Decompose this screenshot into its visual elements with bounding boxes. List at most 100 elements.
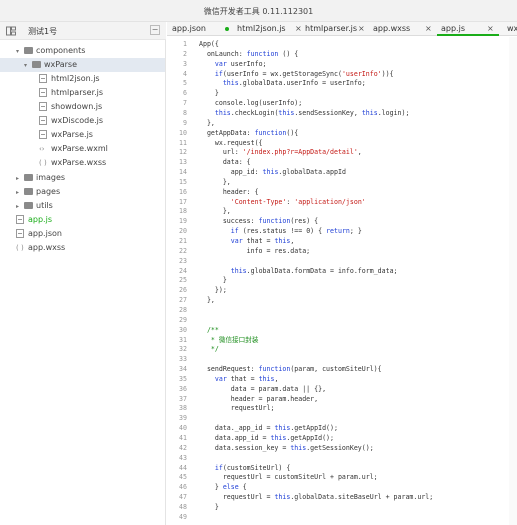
code-text[interactable]: header = param.header, bbox=[199, 394, 318, 404]
close-icon[interactable]: × bbox=[425, 22, 432, 35]
tab-app-json[interactable]: app.json bbox=[172, 22, 206, 36]
code-line[interactable]: 15 }, bbox=[167, 177, 517, 187]
code-line[interactable]: 31 * 微信接口封装 bbox=[167, 335, 517, 345]
code-text[interactable]: data._app_id = this.getAppId(); bbox=[199, 423, 338, 433]
tab-htmlparser[interactable]: htmlparser.js × bbox=[305, 22, 368, 36]
tree-file-wxdiscode[interactable]: wxDiscode.js bbox=[39, 114, 103, 128]
code-text[interactable]: if(customSiteUrl) { bbox=[199, 463, 290, 473]
code-line[interactable]: 39 bbox=[167, 413, 517, 423]
code-line[interactable]: 17 'Content-Type': 'application/json' bbox=[167, 197, 517, 207]
chevron-right-icon[interactable]: ▸ bbox=[16, 186, 24, 200]
tab-overflow[interactable]: wx bbox=[507, 22, 517, 36]
code-line[interactable]: 16 header: { bbox=[167, 187, 517, 197]
code-line[interactable]: 6 } bbox=[167, 88, 517, 98]
code-line[interactable]: 11 wx.request({ bbox=[167, 138, 517, 148]
code-text[interactable]: } else { bbox=[199, 482, 247, 492]
close-icon[interactable]: × bbox=[487, 22, 494, 35]
code-text[interactable]: }, bbox=[199, 206, 231, 216]
code-text[interactable]: if (res.status !== 0) { return; } bbox=[199, 226, 362, 236]
code-line[interactable]: 8 this.checkLogin(this.sendSessionKey, t… bbox=[167, 108, 517, 118]
code-line[interactable]: 18 }, bbox=[167, 206, 517, 216]
code-text[interactable]: }, bbox=[199, 118, 215, 128]
code-line[interactable]: 21 var that = this, bbox=[167, 236, 517, 246]
editor-scrollbar[interactable] bbox=[509, 37, 517, 525]
code-line[interactable]: 40 data._app_id = this.getAppId(); bbox=[167, 423, 517, 433]
code-text[interactable]: data.session_key = this.getSessionKey(); bbox=[199, 443, 374, 453]
code-text[interactable]: }, bbox=[199, 177, 231, 187]
code-line[interactable]: 14 app_id: this.globalData.appId bbox=[167, 167, 517, 177]
tree-file-wxparse-js[interactable]: wxParse.js bbox=[39, 128, 93, 142]
code-line[interactable]: 19 success: function(res) { bbox=[167, 216, 517, 226]
chevron-down-icon[interactable]: ▾ bbox=[16, 45, 24, 59]
code-line[interactable]: 27 }, bbox=[167, 295, 517, 305]
tab-html2json[interactable]: html2json.js × bbox=[225, 22, 305, 36]
chevron-right-icon[interactable]: ▸ bbox=[16, 172, 24, 186]
code-line[interactable]: 41 data.app_id = this.getAppId(); bbox=[167, 433, 517, 443]
code-line[interactable]: 30 /** bbox=[167, 325, 517, 335]
code-line[interactable]: 42 data.session_key = this.getSessionKey… bbox=[167, 443, 517, 453]
code-text[interactable]: url: '/index.php?r=AppData/detail', bbox=[199, 147, 362, 157]
code-line[interactable]: 10 getAppData: function(){ bbox=[167, 128, 517, 138]
code-line[interactable]: 36 data = param.data || {}, bbox=[167, 384, 517, 394]
tree-file-app-json[interactable]: app.json bbox=[16, 227, 62, 241]
tab-app-js[interactable]: app.js × bbox=[437, 22, 499, 36]
code-line[interactable]: 49 bbox=[167, 512, 517, 522]
code-line[interactable]: 9 }, bbox=[167, 118, 517, 128]
code-text[interactable]: success: function(res) { bbox=[199, 216, 318, 226]
code-editor[interactable]: 1 App({2 onLaunch: function () {3 var use… bbox=[167, 37, 517, 525]
code-text[interactable]: sendRequest: function(param, customSiteU… bbox=[199, 364, 382, 374]
code-text[interactable]: onLaunch: function () { bbox=[199, 49, 298, 59]
code-line[interactable]: 1 App({ bbox=[167, 39, 517, 49]
code-line[interactable]: 13 data: { bbox=[167, 157, 517, 167]
code-text[interactable]: */ bbox=[199, 344, 219, 354]
code-line[interactable]: 4 if(userInfo = wx.getStorageSync('userI… bbox=[167, 69, 517, 79]
tree-folder-components[interactable]: ▾ components bbox=[16, 44, 85, 58]
code-text[interactable]: app_id: this.globalData.appId bbox=[199, 167, 346, 177]
code-text[interactable]: /** bbox=[199, 325, 219, 335]
code-line[interactable]: 33 bbox=[167, 354, 517, 364]
code-line[interactable]: 32 */ bbox=[167, 344, 517, 354]
close-icon[interactable]: × bbox=[295, 22, 302, 35]
tree-file-app-js[interactable]: app.js bbox=[16, 213, 52, 227]
chevron-down-icon[interactable]: ▾ bbox=[24, 59, 32, 73]
code-line[interactable]: 34 sendRequest: function(param, customSi… bbox=[167, 364, 517, 374]
code-line[interactable]: 46 } else { bbox=[167, 482, 517, 492]
code-text[interactable]: * 微信接口封装 bbox=[199, 335, 259, 345]
code-text[interactable]: var that = this, bbox=[199, 374, 279, 384]
code-line[interactable]: 3 var userInfo; bbox=[167, 59, 517, 69]
code-line[interactable]: 37 header = param.header, bbox=[167, 394, 517, 404]
code-text[interactable]: header: { bbox=[199, 187, 259, 197]
code-text[interactable]: data = param.data || {}, bbox=[199, 384, 326, 394]
code-line[interactable]: 25 } bbox=[167, 275, 517, 285]
code-line[interactable]: 29 bbox=[167, 315, 517, 325]
tree-file-wxparse-wxml[interactable]: ‹› wxParse.wxml bbox=[39, 142, 108, 156]
tree-file-wxparse-wxss[interactable]: ( ) wxParse.wxss bbox=[39, 156, 106, 170]
code-text[interactable]: console.log(userInfo); bbox=[199, 98, 302, 108]
code-line[interactable]: 7 console.log(userInfo); bbox=[167, 98, 517, 108]
tree-file-showdown[interactable]: showdown.js bbox=[39, 100, 102, 114]
tree-folder-images[interactable]: ▸ images bbox=[16, 171, 65, 185]
tree-folder-utils[interactable]: ▸ utils bbox=[16, 199, 53, 213]
code-text[interactable]: data: { bbox=[199, 157, 251, 167]
chevron-right-icon[interactable]: ▸ bbox=[16, 200, 24, 214]
code-line[interactable]: 47 requestUrl = this.globalData.siteBase… bbox=[167, 492, 517, 502]
code-line[interactable]: 5 this.globalData.userInfo = userInfo; bbox=[167, 78, 517, 88]
code-text[interactable]: info = res.data; bbox=[199, 246, 311, 256]
code-line[interactable]: 48 } bbox=[167, 502, 517, 512]
code-text[interactable]: }, bbox=[199, 295, 215, 305]
code-text[interactable]: requestUrl; bbox=[199, 403, 275, 413]
project-header[interactable]: 测试1号 − bbox=[0, 22, 166, 40]
code-line[interactable]: 2 onLaunch: function () { bbox=[167, 49, 517, 59]
code-text[interactable]: var that = this, bbox=[199, 236, 295, 246]
code-text[interactable]: if(userInfo = wx.getStorageSync('userInf… bbox=[199, 69, 394, 79]
code-line[interactable]: 23 bbox=[167, 256, 517, 266]
code-text[interactable]: } bbox=[199, 88, 219, 98]
code-text[interactable]: this.checkLogin(this.sendSessionKey, thi… bbox=[199, 108, 410, 118]
code-text[interactable]: this.globalData.userInfo = userInfo; bbox=[199, 78, 366, 88]
code-line[interactable]: 24 this.globalData.formData = info.form_… bbox=[167, 266, 517, 276]
tree-file-html2json[interactable]: html2json.js bbox=[39, 72, 100, 86]
tab-app-wxss[interactable]: app.wxss × bbox=[373, 22, 435, 36]
code-line[interactable]: 20 if (res.status !== 0) { return; } bbox=[167, 226, 517, 236]
code-line[interactable]: 28 bbox=[167, 305, 517, 315]
code-text[interactable]: 'Content-Type': 'application/json' bbox=[199, 197, 366, 207]
